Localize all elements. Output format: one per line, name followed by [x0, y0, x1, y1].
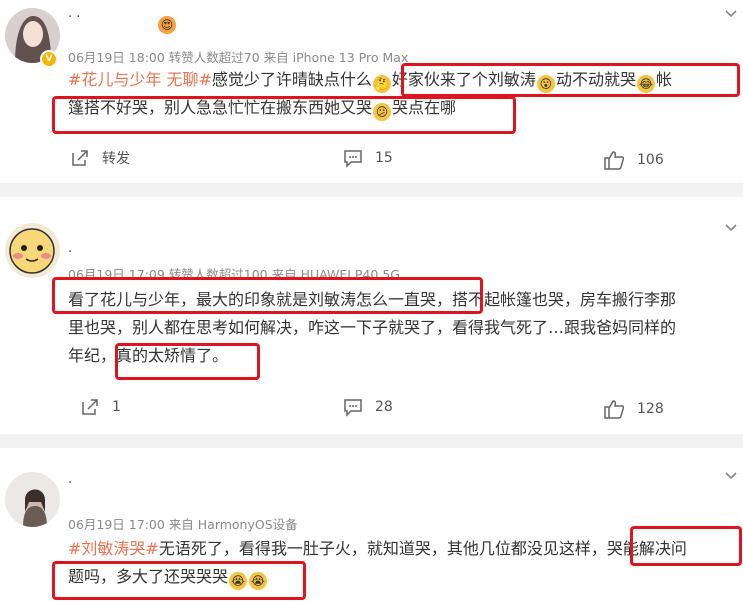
comment-icon	[344, 399, 362, 417]
avatar[interactable]	[5, 472, 60, 527]
share-button[interactable]: 1	[80, 397, 121, 417]
chevron-down-icon[interactable]	[725, 472, 737, 480]
topic-tag[interactable]: #花儿与少年 无聊#	[68, 70, 212, 89]
highlight-box	[115, 343, 260, 380]
share-icon	[72, 150, 88, 166]
post-meta: 06月19日 17:00 来自 HarmonyOS设备	[68, 517, 298, 532]
comment-post-1: V · · 😍 06月19日 18:00 转赞人数超过70 来自 iPhone …	[0, 0, 743, 183]
comment-post-3: · 06月19日 17:00 来自 HarmonyOS设备 #刘敏涛哭#无语死了…	[0, 448, 743, 602]
thumbs-up-icon	[604, 151, 625, 170]
username[interactable]: · ·	[68, 10, 80, 25]
highlight-box	[52, 561, 306, 600]
post-divider	[0, 183, 743, 197]
thumbs-up-icon	[604, 400, 625, 419]
chevron-down-icon[interactable]	[725, 10, 737, 18]
like-button[interactable]: 128	[603, 399, 664, 419]
vip-badge-icon: V	[40, 50, 58, 68]
comment-post-2: · 06月19日 17:09 转赞人数超过100 来自 HUAWEI P40 5…	[0, 197, 743, 434]
topic-tag[interactable]: #刘敏涛哭#	[68, 539, 159, 558]
comment-button[interactable]: 15	[343, 148, 393, 168]
comment-button[interactable]: 28	[343, 397, 393, 417]
highlight-box	[401, 63, 740, 97]
post-meta: 06月19日 18:00 转赞人数超过70 来自 iPhone 13 Pro M…	[68, 50, 409, 65]
share-icon	[82, 399, 98, 415]
highlight-box	[52, 96, 516, 134]
highlight-box	[52, 277, 483, 314]
like-button[interactable]: 106	[603, 150, 664, 170]
chevron-down-icon[interactable]	[725, 224, 737, 232]
comment-icon	[344, 150, 362, 168]
avatar[interactable]	[5, 223, 60, 278]
emoji-thinking-icon: 🤔	[372, 75, 391, 93]
share-button[interactable]: 转发	[70, 148, 130, 168]
highlight-box	[630, 526, 742, 566]
username[interactable]: ·	[68, 476, 72, 491]
post-divider	[0, 434, 743, 448]
username-emoji-icon: 😍	[158, 16, 176, 34]
username[interactable]: ·	[68, 245, 72, 260]
